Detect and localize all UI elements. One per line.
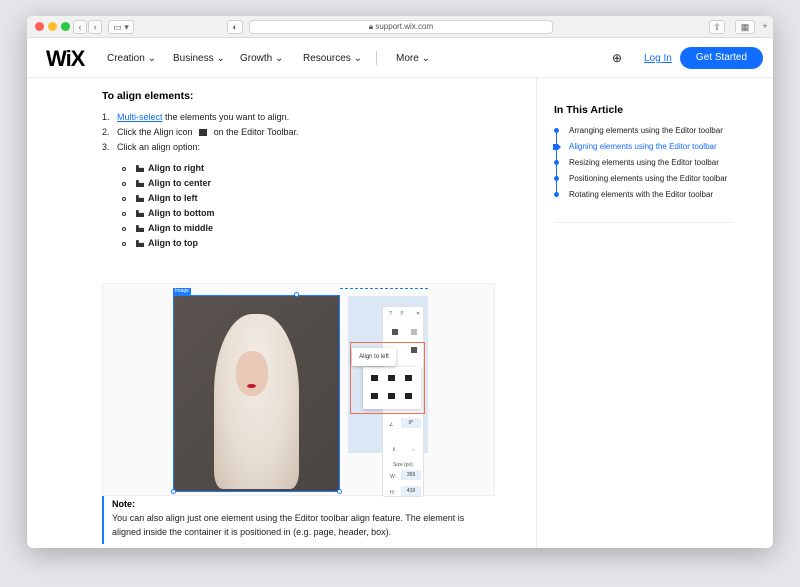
chevron-down-icon: ⌄	[216, 53, 225, 64]
note-title: Note:	[112, 499, 135, 509]
rotation-field: 0°	[401, 418, 421, 428]
toc-item[interactable]: Positioning elements using the Editor to…	[569, 174, 727, 183]
close-toolbar-icon: ✕	[416, 311, 421, 317]
privacy-icon[interactable]: ◐	[227, 20, 243, 34]
new-tab-icon[interactable]: +	[758, 20, 772, 34]
option-align-middle: Align to middle	[122, 223, 213, 233]
portrait-lips	[247, 384, 256, 388]
toc-marker	[554, 160, 559, 165]
option-align-left: Align to left	[122, 193, 198, 203]
step-3: 3. Click an align option:	[102, 142, 201, 152]
arrange-icon	[392, 329, 398, 335]
toc-separator	[554, 222, 734, 223]
login-link[interactable]: Log In	[644, 53, 672, 64]
section-heading: To align elements:	[102, 90, 194, 102]
toc-item[interactable]: Resizing elements using the Editor toolb…	[569, 158, 719, 167]
width-label: W:	[390, 474, 397, 480]
align-right-icon	[405, 375, 412, 381]
toc-item[interactable]: Rotating elements with the Editor toolba…	[569, 190, 713, 199]
chevron-down-icon: ⌄	[275, 53, 284, 64]
veil-figure	[214, 314, 299, 489]
align-left-icon	[136, 195, 144, 203]
rotate-icon: ∠	[389, 422, 394, 428]
nav-item-more[interactable]: More ⌄	[396, 53, 430, 64]
toc-item-active[interactable]: Aligning elements using the Editor toolb…	[569, 142, 717, 151]
align-icon	[199, 129, 208, 137]
browser-window: ‹ › ▭ ▾ ◐ 🔒︎ support.wix.com ⇪ ▦ + WiX C…	[27, 16, 773, 548]
align-middle-icon	[136, 225, 144, 233]
align-top-icon	[136, 240, 144, 248]
chevron-down-icon: ⌄	[421, 53, 430, 64]
resize-handle	[294, 292, 299, 297]
portrait-face	[236, 351, 268, 396]
share-icon[interactable]: ⇪	[709, 20, 725, 34]
toc-marker	[554, 128, 559, 133]
back-icon[interactable]: ‹	[73, 20, 87, 34]
editor-illustration: Image ? ⠿ ✕ ∠ 0° ⇕ ⇔ Size (px) W: 359 H:…	[102, 283, 495, 497]
chevron-down-icon: ⌄	[147, 53, 156, 64]
browser-chrome: ‹ › ▭ ▾ ◐ 🔒︎ support.wix.com ⇪ ▦ +	[27, 16, 773, 38]
duplicate-icon	[411, 329, 417, 335]
lock-icon: 🔒︎	[368, 22, 374, 31]
align-left-icon	[371, 375, 378, 381]
note-body: You can also align just one element usin…	[112, 513, 465, 537]
toc-marker	[554, 192, 559, 197]
site-header: WiX Creation ⌄ Business ⌄ Growth ⌄ Resou…	[27, 38, 773, 78]
tabs-overview-icon[interactable]: ▦	[735, 20, 755, 34]
globe-icon[interactable]: ⊕	[612, 51, 622, 65]
sidebar-toggle-icon[interactable]: ▭ ▾	[108, 20, 134, 34]
nav-item-resources[interactable]: Resources ⌄	[303, 53, 362, 64]
multi-select-link[interactable]: Multi-select	[117, 112, 163, 122]
align-middle-icon	[388, 393, 395, 399]
resize-handle	[171, 489, 176, 494]
address-bar[interactable]: 🔒︎ support.wix.com	[249, 20, 553, 34]
align-center-icon	[136, 180, 144, 188]
option-align-bottom: Align to bottom	[122, 208, 214, 218]
minimize-window-icon[interactable]	[48, 22, 57, 31]
chevron-down-icon: ⌄	[353, 53, 362, 64]
nav-item-creation[interactable]: Creation ⌄	[107, 53, 156, 64]
nav-item-growth[interactable]: Growth ⌄	[240, 53, 283, 64]
step-2: 2. Click the Align icon on the Editor Too…	[102, 127, 299, 137]
selection-guide	[340, 288, 428, 289]
option-align-top: Align to top	[122, 238, 198, 248]
step-1: 1. Multi-select the elements you want to …	[102, 112, 290, 122]
option-align-right: Align to right	[122, 163, 204, 173]
size-label: Size (px)	[393, 462, 413, 468]
align-top-icon	[371, 393, 378, 399]
align-tooltip: Align to left	[352, 348, 396, 366]
height-field: 419	[401, 486, 421, 496]
align-bottom-icon	[405, 393, 412, 399]
toc-title: In This Article	[554, 104, 624, 116]
get-started-button[interactable]: Get Started	[680, 47, 763, 69]
note-box: Note: You can also align just one elemen…	[102, 496, 495, 544]
toc-current-marker	[553, 144, 561, 150]
distribute-icon: ⇕	[392, 447, 397, 453]
nav-divider	[376, 51, 377, 65]
element-tag: Image	[173, 288, 191, 295]
page-body: To align elements: 1. Multi-select the el…	[27, 78, 773, 548]
align-center-icon	[388, 375, 395, 381]
drag-handle-icon: ⠿	[400, 311, 404, 317]
wix-logo[interactable]: WiX	[46, 46, 85, 72]
align-bottom-icon	[136, 210, 144, 218]
forward-icon[interactable]: ›	[88, 20, 102, 34]
maximize-window-icon[interactable]	[61, 22, 70, 31]
align-right-icon	[136, 165, 144, 173]
option-align-center: Align to center	[122, 178, 211, 188]
toc-marker	[554, 176, 559, 181]
url-text: support.wix.com	[375, 22, 434, 31]
spacing-icon: ⇔	[411, 447, 416, 453]
toc-item[interactable]: Arranging elements using the Editor tool…	[569, 126, 723, 135]
nav-item-business[interactable]: Business ⌄	[173, 53, 225, 64]
help-icon: ?	[389, 311, 392, 317]
align-options-popup	[363, 367, 421, 409]
width-field: 359	[401, 470, 421, 480]
close-window-icon[interactable]	[35, 22, 44, 31]
toc-sidebar: In This Article Arranging elements using…	[536, 78, 773, 548]
selected-image-element	[173, 295, 340, 492]
resize-handle	[337, 489, 342, 494]
